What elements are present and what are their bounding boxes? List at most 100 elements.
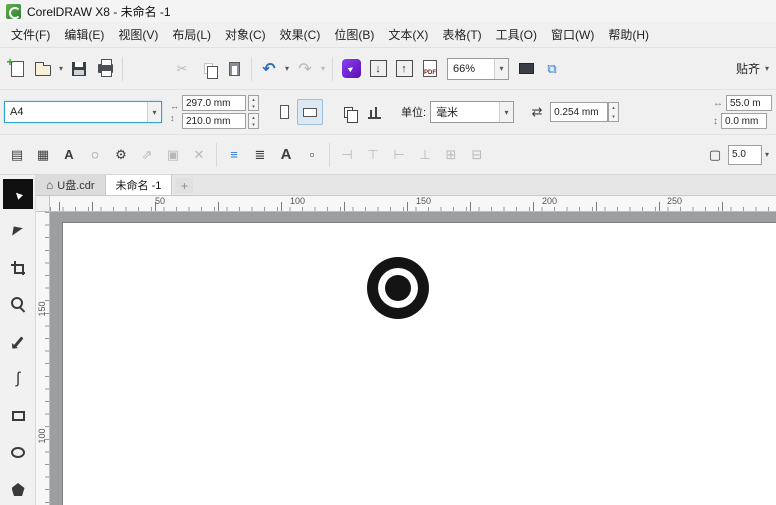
all-pages-icon[interactable]: [335, 99, 361, 125]
page-height-field[interactable]: 210.0 mm: [182, 113, 246, 129]
open-icon[interactable]: [30, 56, 56, 82]
landscape-button[interactable]: [297, 99, 323, 125]
ruler-minor-ticks: [50, 207, 776, 211]
zoom-level-combo[interactable]: 66%: [447, 57, 509, 80]
ruler-minor-ticks: [45, 212, 49, 505]
property-bar: A4 ↔ ↕ 297.0 mm 210.0 mm 单位: 毫米 ⇄ 0.254 …: [0, 90, 776, 135]
window-title: CorelDRAW X8 - 未命名 -1: [27, 4, 171, 19]
graph-paper-icon[interactable]: ▤: [4, 142, 30, 168]
menu-bitmaps[interactable]: 位图(B): [327, 23, 381, 46]
grid-icon[interactable]: ▦: [30, 142, 56, 168]
duplicate-distance-group: ↔ 55.0 m ↕ 0.0 mm: [713, 95, 772, 129]
ruler-origin-button[interactable]: [36, 196, 50, 212]
fullscreen-preview-icon[interactable]: [513, 56, 539, 82]
align-right-icon[interactable]: ⊢: [386, 142, 412, 168]
cut-icon[interactable]: [169, 56, 195, 82]
zoom-dropdown-icon[interactable]: [494, 58, 508, 79]
page-width-stepper[interactable]: [248, 95, 259, 111]
page-size-preset-combo[interactable]: A4: [4, 101, 162, 123]
columns-icon[interactable]: ≣: [247, 142, 273, 168]
redo-icon[interactable]: [292, 56, 318, 82]
polygon-tool[interactable]: [0, 471, 36, 505]
publish-pdf-icon[interactable]: PDF: [417, 56, 443, 82]
print-icon[interactable]: [92, 56, 118, 82]
menu-tools[interactable]: 工具(O): [489, 23, 544, 46]
frame-icon[interactable]: ▫: [299, 142, 325, 168]
menu-view[interactable]: 视图(V): [111, 23, 165, 46]
menu-window[interactable]: 窗口(W): [544, 23, 601, 46]
text-options-icon[interactable]: A: [56, 142, 82, 168]
page-width-icon: ↔: [170, 101, 179, 111]
vertical-ruler[interactable]: 150 100: [36, 212, 50, 505]
align-top-icon[interactable]: ⊤: [360, 142, 386, 168]
font-icon[interactable]: A: [273, 142, 299, 168]
menu-table[interactable]: 表格(T): [435, 23, 488, 46]
tab-document-2[interactable]: 未命名 -1: [105, 175, 173, 195]
page-width-field[interactable]: 297.0 mm: [182, 95, 246, 111]
align-left-icon[interactable]: ⊣: [334, 142, 360, 168]
drawing-canvas[interactable]: [50, 212, 776, 505]
drawing-object-donut[interactable]: [367, 257, 429, 319]
launcher-icon[interactable]: [337, 55, 365, 83]
artistic-media-tool[interactable]: [0, 360, 36, 397]
outline-width-dropdown-icon[interactable]: [762, 150, 772, 159]
undo-dropdown-icon[interactable]: [282, 64, 292, 73]
close-x-icon[interactable]: ✕: [186, 142, 212, 168]
units-dropdown-icon[interactable]: [499, 102, 514, 122]
ellipse-tool[interactable]: [0, 434, 36, 471]
units-combo[interactable]: 毫米: [430, 101, 515, 123]
snap-dropdown[interactable]: 贴齐: [736, 60, 772, 77]
preset-dropdown-icon[interactable]: [147, 102, 161, 122]
snap-dropdown-icon: [762, 64, 772, 73]
dotted-frame-icon[interactable]: ◌: [82, 142, 108, 168]
import-icon[interactable]: ↓: [365, 56, 391, 82]
tab-document-1[interactable]: U盘.cdr: [36, 175, 106, 195]
open-dropdown-icon[interactable]: [56, 64, 66, 73]
page-height-stepper[interactable]: [248, 113, 259, 129]
nudge-stepper[interactable]: [608, 102, 620, 122]
menu-edit[interactable]: 编辑(E): [57, 23, 111, 46]
menu-text[interactable]: 文本(X): [381, 23, 435, 46]
shape-tool[interactable]: [0, 212, 36, 249]
undo-icon[interactable]: [256, 56, 282, 82]
duplicate-y-field[interactable]: 0.0 mm: [721, 113, 767, 129]
paste-icon[interactable]: [221, 56, 247, 82]
menu-help[interactable]: 帮助(H): [601, 23, 656, 46]
separator: [329, 142, 330, 167]
validate-icon[interactable]: ▣: [160, 142, 186, 168]
distribute-h-icon[interactable]: ⊞: [438, 142, 464, 168]
separator: [332, 56, 333, 81]
toolbox: [0, 175, 36, 505]
pick-tool[interactable]: [0, 175, 36, 212]
ruler-label: 150: [416, 196, 432, 206]
outline-width-field[interactable]: 5.0: [728, 144, 762, 165]
export-html-icon[interactable]: ⇗: [134, 142, 160, 168]
menu-layout[interactable]: 布局(L): [165, 23, 218, 46]
copy-icon[interactable]: [195, 56, 221, 82]
nudge-distance-field[interactable]: 0.254 mm: [550, 102, 609, 122]
redo-dropdown-icon[interactable]: [318, 64, 328, 73]
duplicate-x-field[interactable]: 55.0 m: [726, 95, 772, 111]
zoom-tool[interactable]: [0, 286, 36, 323]
menu-effects[interactable]: 效果(C): [273, 23, 328, 46]
export-icon[interactable]: ↑: [391, 56, 417, 82]
current-page-icon[interactable]: [361, 99, 387, 125]
portrait-button[interactable]: [271, 99, 297, 125]
separator: [216, 142, 217, 167]
crop-tool[interactable]: [0, 249, 36, 286]
menu-file[interactable]: 文件(F): [4, 23, 57, 46]
freehand-tool[interactable]: [0, 323, 36, 360]
show-rulers-icon[interactable]: [539, 56, 565, 82]
menu-object[interactable]: 对象(C): [218, 23, 273, 46]
settings-gear-icon[interactable]: ⚙: [108, 142, 134, 168]
new-tab-button[interactable]: +: [175, 178, 194, 193]
align-bottom-icon[interactable]: ⊥: [412, 142, 438, 168]
distribute-v-icon[interactable]: ⊟: [464, 142, 490, 168]
horizontal-ruler[interactable]: 50 100 150 200 250: [50, 196, 776, 212]
rectangle-tool[interactable]: [0, 397, 36, 434]
save-icon[interactable]: [66, 56, 92, 82]
app-icon[interactable]: [6, 3, 21, 19]
new-document-icon[interactable]: [4, 55, 30, 82]
bullet-list-icon[interactable]: ≡: [221, 142, 247, 168]
outline-frame-icon[interactable]: ▢: [702, 142, 728, 168]
